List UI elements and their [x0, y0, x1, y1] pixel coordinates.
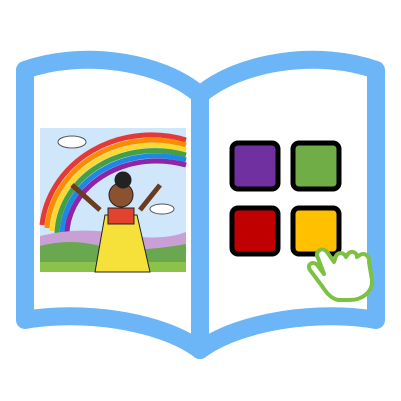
tile-yellow[interactable] — [290, 205, 342, 257]
tile-red[interactable] — [229, 205, 281, 257]
tile-purple[interactable] — [229, 140, 281, 192]
rainbow-picture — [39, 128, 187, 273]
tile-grid — [229, 140, 342, 257]
book-illustration — [16, 50, 385, 359]
pointing-hand-icon — [307, 247, 375, 302]
tile-green[interactable] — [290, 140, 342, 192]
